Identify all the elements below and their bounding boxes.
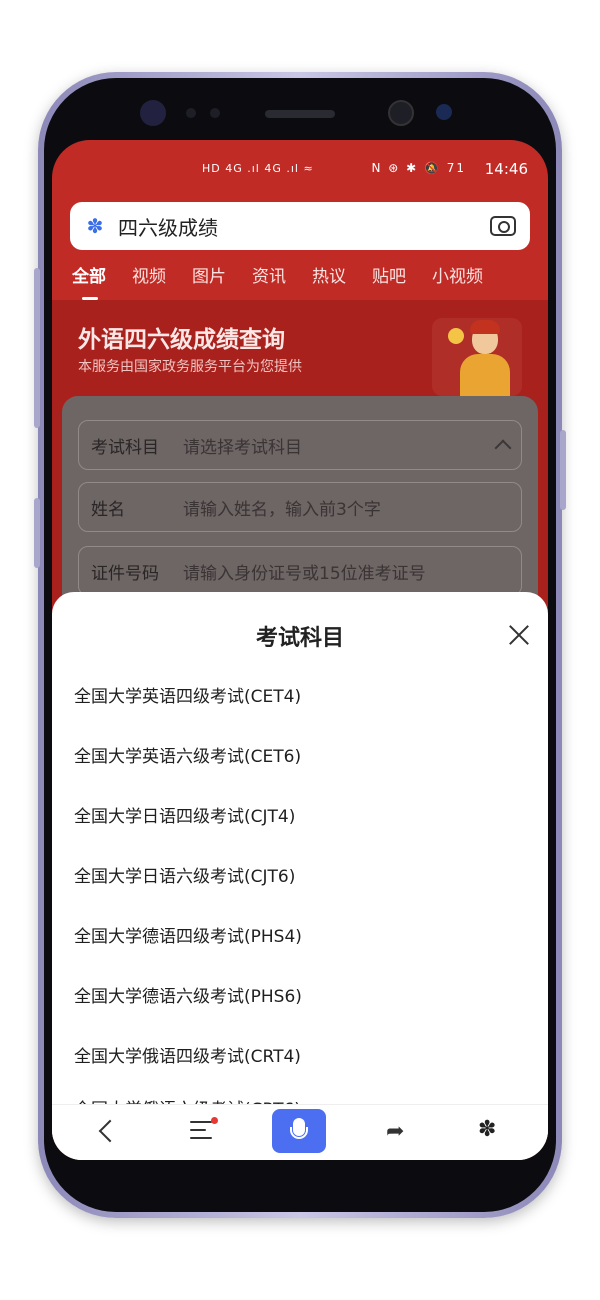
front-camera-icon <box>140 100 166 126</box>
sensor-icon <box>210 108 220 118</box>
clock: 14:46 <box>484 160 528 178</box>
subject-picker-sheet: 考试科目 全国大学英语四级考试(CET4) 全国大学英语六级考试(CET6) 全… <box>52 592 548 1160</box>
sensor-icon <box>436 104 452 120</box>
voice-search-button[interactable] <box>272 1109 326 1153</box>
tab-images[interactable]: 图片 <box>192 262 226 302</box>
baidu-paw-icon: ✽ <box>86 214 104 238</box>
status-indicators: N ⊛ ✱ 🔕 71 <box>371 161 466 175</box>
mascot-illustration <box>432 318 522 396</box>
subject-option[interactable]: 全国大学英语四级考试(CET4) <box>74 682 301 707</box>
sheet-title: 考试科目 <box>255 626 344 651</box>
share-icon[interactable]: ➦ <box>386 1119 404 1144</box>
name-label: 姓名 <box>91 499 125 520</box>
sensor-icon <box>186 108 196 118</box>
bottom-nav: ➦ ✽ <box>52 1104 548 1160</box>
search-query[interactable]: 四六级成绩 <box>118 212 490 241</box>
subject-option[interactable]: 全国大学德语六级考试(PHS6) <box>74 982 302 1007</box>
network-status: HD 4G .ıl 4G .ıl ≈ <box>202 162 314 175</box>
search-tabs: 全部 视频 图片 资讯 热议 贴吧 小视频 <box>72 262 542 302</box>
id-placeholder: 请输入身份证号或15位准考证号 <box>183 563 426 584</box>
screen: HD 4G .ıl 4G .ıl ≈ N ⊛ ✱ 🔕 71 14:46 ✽ 四六… <box>52 140 548 1160</box>
subject-option[interactable]: 全国大学俄语四级考试(CRT4) <box>74 1042 301 1067</box>
tab-all[interactable]: 全部 <box>72 262 106 302</box>
close-icon[interactable] <box>508 624 530 646</box>
subject-option[interactable]: 全国大学日语四级考试(CJT4) <box>74 802 295 827</box>
id-label: 证件号码 <box>91 563 159 584</box>
front-camera-icon <box>388 100 414 126</box>
name-placeholder: 请输入姓名，输入前3个字 <box>183 499 381 520</box>
power-button <box>560 430 566 510</box>
chevron-up-icon <box>494 439 512 457</box>
camera-icon[interactable] <box>490 216 516 236</box>
status-bar: HD 4G .ıl 4G .ıl ≈ N ⊛ ✱ 🔕 71 14:46 <box>52 140 548 198</box>
tab-short-video[interactable]: 小视频 <box>432 262 483 302</box>
volume-button <box>34 268 40 428</box>
side-button <box>34 498 40 568</box>
menu-icon[interactable] <box>190 1117 218 1141</box>
tab-tieba[interactable]: 贴吧 <box>372 262 406 302</box>
name-field[interactable]: 姓名 请输入姓名，输入前3个字 <box>78 482 522 532</box>
earpiece-speaker <box>265 110 335 118</box>
baidu-home-icon[interactable]: ✽ <box>478 1117 496 1142</box>
subject-option[interactable]: 全国大学英语六级考试(CET6) <box>74 742 301 767</box>
tab-news[interactable]: 资讯 <box>252 262 286 302</box>
card-subtitle: 本服务由国家政务服务平台为您提供 <box>78 359 302 375</box>
id-number-field[interactable]: 证件号码 请输入身份证号或15位准考证号 <box>78 546 522 596</box>
subject-option[interactable]: 全国大学德语四级考试(PHS4) <box>74 922 302 947</box>
speech-bubble-icon <box>448 328 464 344</box>
back-icon[interactable] <box>98 1119 122 1143</box>
tab-discussion[interactable]: 热议 <box>312 262 346 302</box>
notification-dot <box>211 1117 218 1124</box>
card-title: 外语四六级成绩查询 <box>78 327 285 353</box>
subject-label: 考试科目 <box>91 437 159 458</box>
search-bar[interactable]: ✽ 四六级成绩 <box>70 202 530 250</box>
subject-select[interactable]: 考试科目 请选择考试科目 <box>78 420 522 470</box>
subject-placeholder: 请选择考试科目 <box>183 437 302 458</box>
tab-video[interactable]: 视频 <box>132 262 166 302</box>
subject-option[interactable]: 全国大学日语六级考试(CJT6) <box>74 862 295 887</box>
